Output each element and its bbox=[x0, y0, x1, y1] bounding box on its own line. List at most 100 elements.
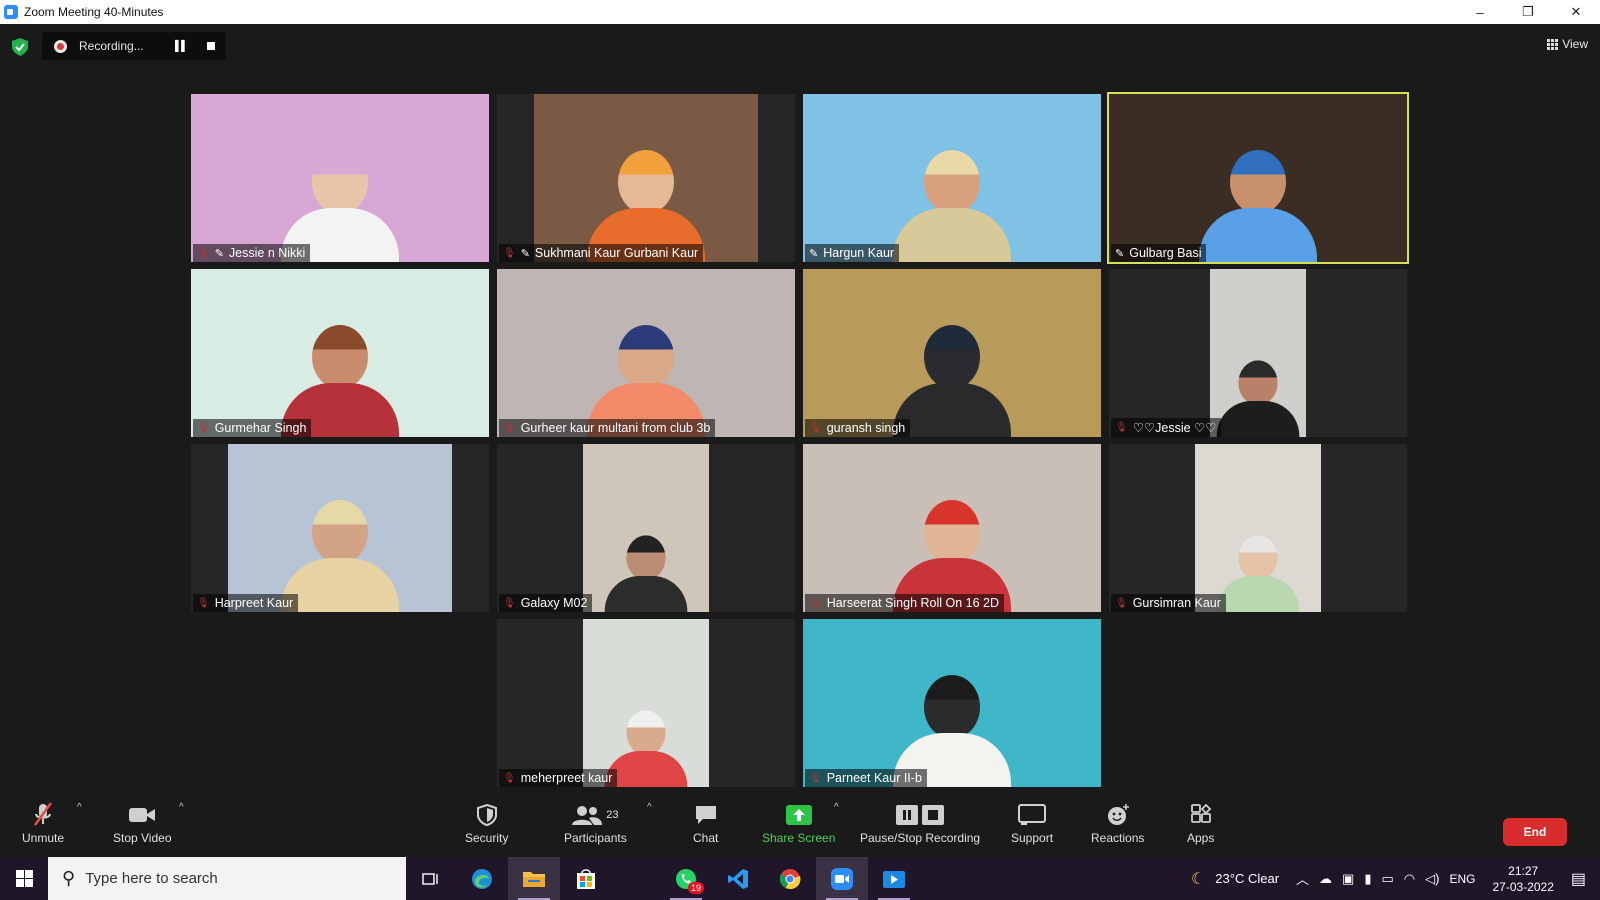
battery-icon[interactable]: ▭ bbox=[1382, 871, 1394, 887]
participant-name: Galaxy M02 bbox=[520, 596, 588, 610]
close-button[interactable]: ✕ bbox=[1552, 0, 1600, 24]
taskbar-edge[interactable] bbox=[456, 857, 508, 900]
taskbar-store[interactable] bbox=[560, 857, 612, 900]
participant-name-tag: 🎙 Gurheer kaur multani from club 3b bbox=[499, 419, 716, 437]
meet-now-icon[interactable]: ▣ bbox=[1342, 871, 1354, 887]
muted-microphone-icon: 🎙 bbox=[1115, 422, 1128, 433]
participant-name: Jessie n Nikki bbox=[228, 246, 306, 260]
muted-microphone-icon: 🎙 bbox=[197, 247, 210, 259]
participants-button[interactable]: 23 Participants bbox=[564, 802, 627, 845]
security-button[interactable]: Security bbox=[465, 802, 508, 845]
participant-tile[interactable]: 🎙 Harpreet Kaur bbox=[191, 444, 489, 612]
video-player-icon bbox=[883, 870, 905, 888]
security-label: Security bbox=[465, 831, 509, 845]
muted-microphone-icon: 🎙 bbox=[809, 422, 822, 434]
participant-tile[interactable]: 🎙 Gurheer kaur multani from club 3b bbox=[497, 269, 795, 437]
pause-recording-icon[interactable]: ▌▌ bbox=[175, 41, 188, 52]
weather-text[interactable]: 23°C Clear bbox=[1215, 871, 1279, 886]
taskbar-search-box[interactable]: ⚲ Type here to search bbox=[48, 857, 406, 900]
participant-tile[interactable]: 🎙 guransh singh bbox=[803, 269, 1101, 437]
reactions-button[interactable]: Reactions bbox=[1091, 802, 1144, 845]
taskbar-vscode[interactable] bbox=[712, 857, 764, 900]
stop-video-button[interactable]: Stop Video bbox=[113, 802, 172, 845]
search-placeholder: Type here to search bbox=[85, 870, 218, 887]
task-view-button[interactable] bbox=[406, 857, 456, 900]
encryption-shield-icon[interactable] bbox=[12, 38, 28, 56]
participant-tile[interactable]: 🎙 Parneet Kaur II-b bbox=[803, 619, 1101, 787]
search-icon: ⚲ bbox=[62, 868, 76, 888]
taskbar-clock[interactable]: 21:27 27-03-2022 bbox=[1492, 863, 1553, 895]
share-screen-button[interactable]: Share Screen bbox=[762, 802, 835, 845]
end-meeting-button[interactable]: End bbox=[1503, 818, 1567, 846]
participant-tile[interactable]: ✎ Gulbarg Basi bbox=[1107, 92, 1409, 264]
minimize-button[interactable]: – bbox=[1456, 0, 1504, 24]
notifications-icon[interactable]: ▤ bbox=[1571, 869, 1586, 889]
participant-name-tag: 🎙 Harseerat Singh Roll On 16 2D bbox=[805, 594, 1005, 612]
security-shield-icon bbox=[476, 802, 497, 828]
participant-figure bbox=[893, 150, 1011, 262]
pause-stop-recording-button[interactable]: Pause/Stop Recording bbox=[860, 802, 980, 845]
windows-taskbar: ⚲ Type here to search 19 ☾ 23°C Clear ︿ … bbox=[0, 857, 1600, 900]
taskbar-file-explorer[interactable] bbox=[508, 857, 560, 900]
taskbar-chrome[interactable] bbox=[764, 857, 816, 900]
wifi-icon[interactable]: ◠ bbox=[1404, 871, 1415, 887]
participant-video bbox=[191, 269, 489, 437]
taskbar-zoom-recording[interactable] bbox=[868, 857, 920, 900]
muted-microphone-icon: 🎙 bbox=[1115, 597, 1128, 609]
muted-microphone-icon bbox=[31, 802, 55, 828]
share-options-caret-icon[interactable]: ^ bbox=[834, 802, 839, 813]
participant-name: Gursimran Kaur bbox=[1132, 596, 1221, 610]
participant-video bbox=[191, 94, 489, 262]
apps-label: Apps bbox=[1187, 831, 1215, 845]
participant-name-tag: 🎙 ✎ Jessie n Nikki bbox=[193, 244, 311, 262]
start-button[interactable] bbox=[0, 857, 48, 900]
participant-video bbox=[228, 444, 452, 612]
meeting-area: Recording... ▌▌ View 🎙 ✎ Jessie n Nikki 🎙 ✎ S… bbox=[0, 24, 1600, 794]
participant-name-tag: 🎙 Harpreet Kaur bbox=[193, 594, 299, 612]
participant-tile[interactable]: 🎙 Gursimran Kaur bbox=[1109, 444, 1407, 612]
onedrive-cloud-icon[interactable]: ☁ bbox=[1319, 871, 1332, 887]
participants-icon: 23 bbox=[572, 802, 618, 828]
support-button[interactable]: Support bbox=[1011, 802, 1053, 845]
participant-figure bbox=[1216, 360, 1300, 437]
participant-name-tag: 🎙 guransh singh bbox=[805, 419, 911, 437]
whatsapp-badge: 19 bbox=[687, 882, 704, 894]
participant-tile[interactable]: 🎙 ✎ Sukhmani Kaur Gurbani Kaur bbox=[497, 94, 795, 262]
participant-tile[interactable]: ✎ Hargun Kaur bbox=[803, 94, 1101, 262]
unmute-button[interactable]: Unmute bbox=[22, 802, 64, 845]
restore-button[interactable]: ❐ bbox=[1504, 0, 1552, 24]
participant-tile[interactable]: 🎙 ♡♡Jessie ♡♡ bbox=[1109, 269, 1407, 437]
participant-figure bbox=[1199, 150, 1317, 262]
stop-recording-icon[interactable] bbox=[207, 42, 216, 50]
title-bar: Zoom Meeting 40-Minutes – ❐ ✕ bbox=[0, 0, 1600, 24]
participant-name-tag: 🎙 Gurmehar Singh bbox=[193, 419, 312, 437]
participants-options-caret-icon[interactable]: ^ bbox=[647, 802, 652, 813]
taskbar-zoom[interactable] bbox=[816, 857, 868, 900]
language-indicator[interactable]: ENG bbox=[1449, 872, 1475, 886]
muted-microphone-icon: 🎙 bbox=[503, 772, 516, 784]
participant-name: Gurmehar Singh bbox=[214, 421, 307, 435]
zoom-window: Zoom Meeting 40-Minutes – ❐ ✕ Recording.… bbox=[0, 0, 1600, 900]
apps-button[interactable]: Apps bbox=[1187, 802, 1214, 845]
participant-tile[interactable]: 🎙 ✎ Jessie n Nikki bbox=[191, 94, 489, 262]
participant-video bbox=[803, 444, 1101, 612]
participant-video bbox=[1109, 94, 1407, 262]
video-options-caret-icon[interactable]: ^ bbox=[179, 802, 184, 813]
audio-options-caret-icon[interactable]: ^ bbox=[77, 802, 82, 813]
microphone-icon[interactable]: ▮ bbox=[1364, 871, 1371, 887]
taskbar-whatsapp[interactable]: 19 bbox=[660, 857, 712, 900]
pin-icon: ✎ bbox=[520, 247, 530, 260]
participant-tile[interactable]: 🎙 Gurmehar Singh bbox=[191, 269, 489, 437]
window-controls: – ❐ ✕ bbox=[1456, 0, 1600, 24]
show-hidden-icons-icon[interactable]: ︿ bbox=[1296, 869, 1309, 888]
chat-button[interactable]: Chat bbox=[693, 802, 718, 845]
participant-name: Hargun Kaur bbox=[823, 246, 895, 260]
volume-icon[interactable]: ◁) bbox=[1425, 871, 1439, 887]
reactions-label: Reactions bbox=[1091, 831, 1145, 845]
windows-logo-icon bbox=[15, 870, 33, 887]
participant-tile[interactable]: 🎙 Galaxy M02 bbox=[497, 444, 795, 612]
view-button[interactable]: View bbox=[1547, 32, 1588, 56]
participant-tile[interactable]: 🎙 Harseerat Singh Roll On 16 2D bbox=[803, 444, 1101, 612]
muted-microphone-icon: 🎙 bbox=[503, 247, 516, 259]
participant-tile[interactable]: 🎙 meherpreet kaur bbox=[497, 619, 795, 787]
